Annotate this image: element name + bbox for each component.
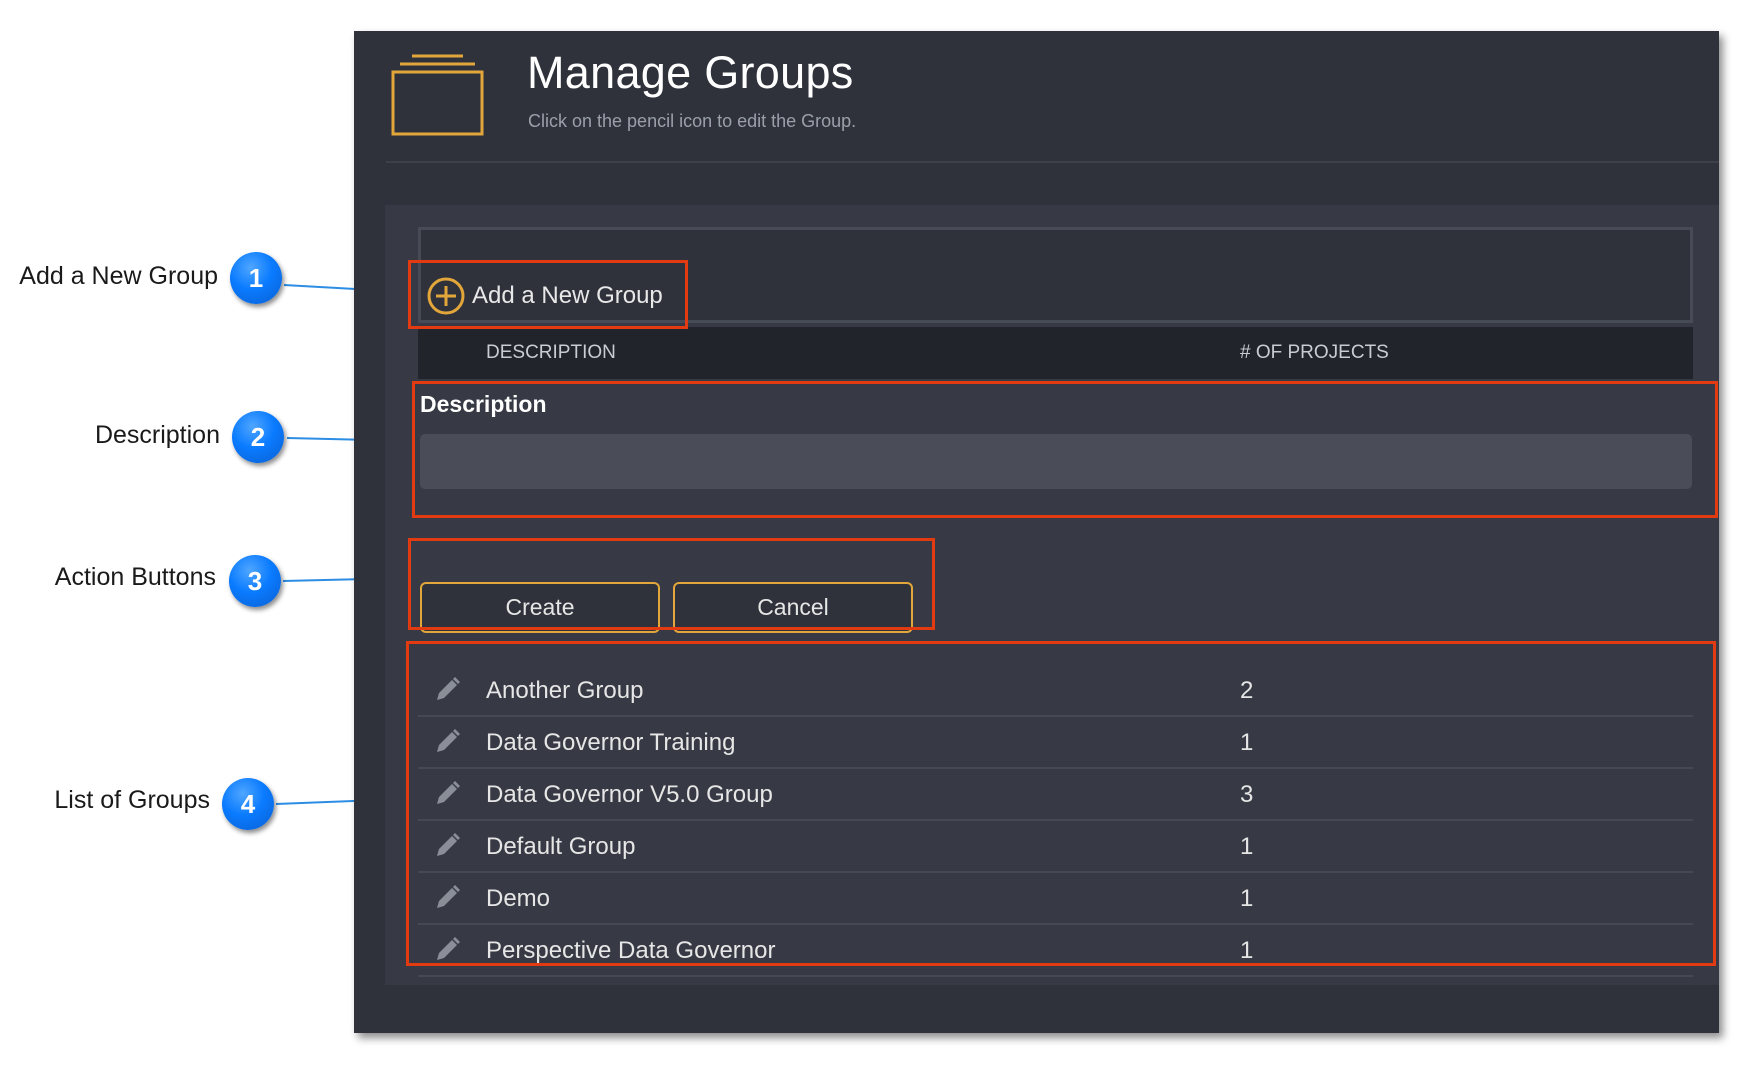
group-name: Default Group (486, 833, 636, 860)
table-row[interactable]: Data Governor Training 1 (418, 717, 1693, 769)
page-title: Manage Groups (527, 47, 854, 98)
callout-badge-4: 4 (222, 778, 274, 830)
callout-badge-2: 2 (232, 411, 284, 463)
group-project-count: 3 (1240, 781, 1254, 808)
manage-groups-panel: Manage Groups Click on the pencil icon t… (354, 31, 1719, 1033)
description-input[interactable] (420, 434, 1692, 489)
pencil-icon[interactable] (432, 883, 462, 913)
group-name: Demo (486, 885, 551, 912)
plus-circle-icon (427, 277, 465, 315)
pencil-icon[interactable] (432, 935, 462, 965)
group-project-count: 1 (1240, 729, 1254, 756)
callout-label-description: Description (94, 421, 220, 449)
group-list: Another Group 2 Data Governor Training 1… (418, 665, 1693, 977)
group-name: Another Group (486, 677, 644, 704)
callout-label-action-buttons: Action Buttons (54, 563, 216, 591)
callout-badge-1: 1 (230, 252, 282, 304)
page-subtitle: Click on the pencil icon to edit the Gro… (528, 111, 857, 131)
group-name: Data Governor V5.0 Group (486, 781, 773, 808)
table-row[interactable]: Demo 1 (418, 873, 1693, 925)
callout-label-list-of-groups: List of Groups (54, 786, 210, 814)
add-group-label: Add a New Group (472, 282, 663, 309)
table-row[interactable]: Default Group 1 (418, 821, 1693, 873)
column-header-projects[interactable]: # OF PROJECTS (1240, 342, 1389, 364)
add-group-button[interactable]: Add a New Group (426, 271, 663, 321)
group-project-count: 1 (1240, 885, 1254, 912)
table-header: DESCRIPTION # OF PROJECTS (418, 327, 1693, 379)
table-row[interactable]: Perspective Data Governor 1 (418, 925, 1693, 977)
column-header-description[interactable]: DESCRIPTION (486, 342, 616, 364)
group-name: Data Governor Training (486, 729, 736, 756)
pencil-icon[interactable] (432, 779, 462, 809)
description-label: Description (420, 391, 547, 417)
folder-icon (391, 54, 484, 136)
table-row[interactable]: Another Group 2 (418, 665, 1693, 717)
pencil-icon[interactable] (432, 831, 462, 861)
callout-label-add-group: Add a New Group (19, 262, 218, 290)
group-name: Perspective Data Governor (486, 937, 776, 964)
group-project-count: 2 (1240, 677, 1254, 704)
cancel-button[interactable]: Cancel (673, 582, 913, 633)
callout-badge-3: 3 (229, 555, 281, 607)
pencil-icon[interactable] (432, 727, 462, 757)
table-row[interactable]: Data Governor V5.0 Group 3 (418, 769, 1693, 821)
header-divider (386, 161, 1719, 163)
pencil-icon[interactable] (432, 675, 462, 705)
create-button[interactable]: Create (420, 582, 660, 633)
group-project-count: 1 (1240, 937, 1254, 964)
group-project-count: 1 (1240, 833, 1254, 860)
